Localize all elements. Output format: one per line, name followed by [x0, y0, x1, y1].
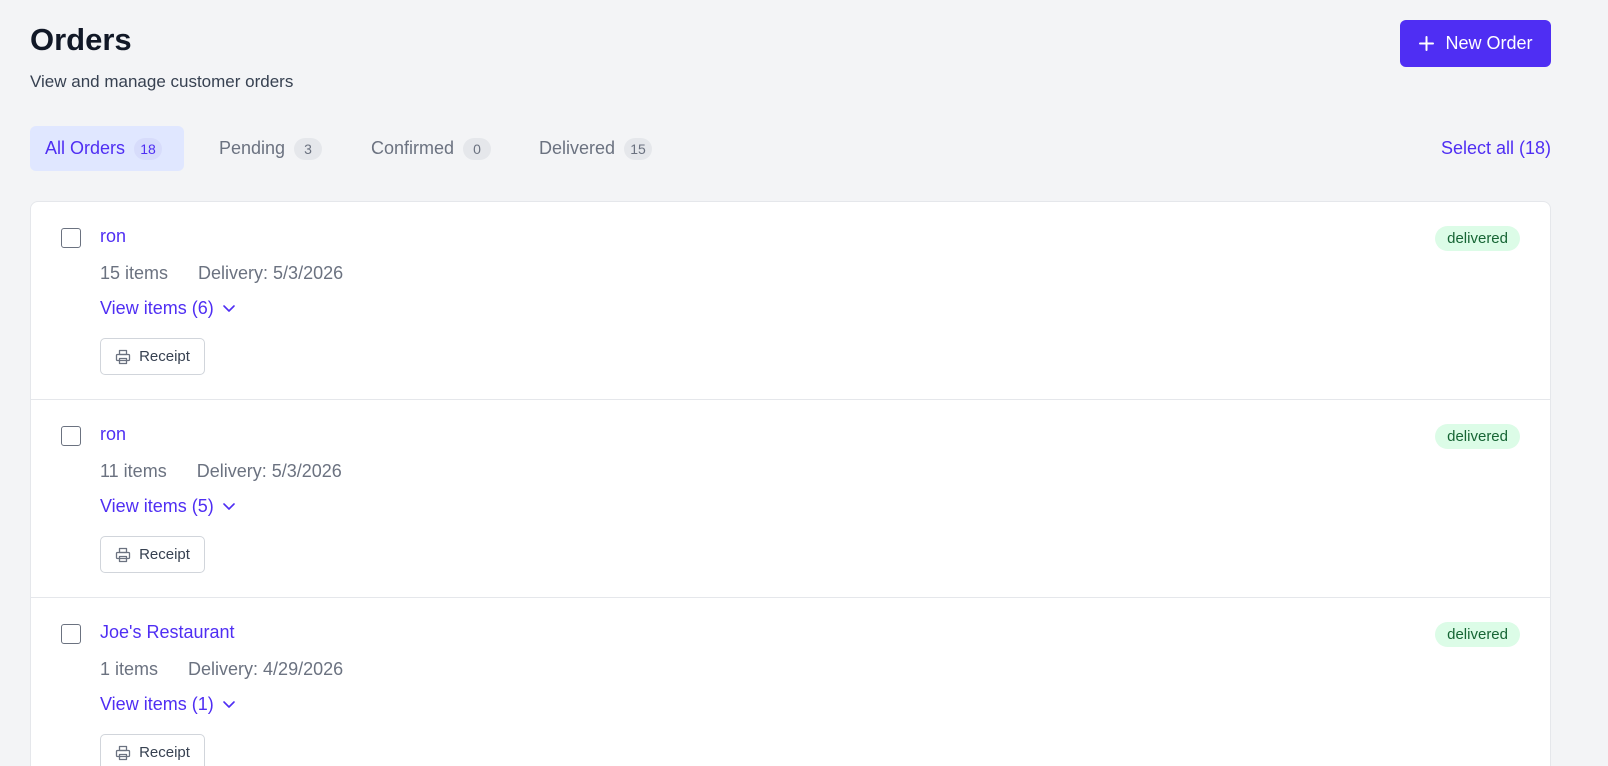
order-item-count: 1 items	[100, 659, 159, 679]
tab-count-badge: 18	[134, 137, 163, 160]
order-checkbox[interactable]	[61, 228, 81, 248]
order-item-count: 11 items	[100, 461, 167, 481]
status-badge: delivered	[1435, 622, 1520, 647]
tab-label: Pending	[219, 138, 286, 158]
order-status-tabs: All Orders 18 Pending 3 Confirmed 0 Deli…	[30, 126, 1551, 171]
tab-delivered[interactable]: Delivered 15	[524, 126, 667, 171]
receipt-button[interactable]: Receipt	[100, 536, 205, 573]
order-delivery-date: Delivery: 5/3/2026	[198, 263, 344, 283]
order-row: Joe's Restaurant 1 items Delivery: 4/29/…	[31, 598, 1550, 766]
view-items-label: View items (1)	[100, 694, 214, 714]
order-meta: 15 items Delivery: 5/3/2026	[100, 261, 343, 285]
view-items-toggle[interactable]: View items (5)	[100, 494, 236, 518]
plus-icon	[1419, 36, 1435, 51]
tab-label: Confirmed	[371, 138, 455, 158]
customer-name-link[interactable]: Joe's Restaurant	[100, 620, 235, 644]
receipt-label: Receipt	[139, 744, 190, 761]
view-items-label: View items (6)	[100, 298, 214, 318]
order-meta: 1 items Delivery: 4/29/2026	[100, 657, 343, 681]
chevron-down-icon	[222, 305, 235, 312]
tab-label: All Orders	[45, 138, 126, 158]
order-row: ron 15 items Delivery: 5/3/2026 View ite…	[31, 202, 1550, 400]
orders-page: Orders View and manage customer orders N…	[0, 0, 1608, 766]
page-subtitle: View and manage customer orders	[30, 72, 294, 91]
new-order-label: New Order	[1445, 33, 1533, 53]
view-items-toggle[interactable]: View items (6)	[100, 296, 236, 320]
printer-icon	[115, 547, 131, 562]
customer-name-link[interactable]: ron	[100, 224, 126, 248]
tab-count-badge: 15	[624, 137, 653, 160]
order-checkbox[interactable]	[61, 426, 81, 446]
select-all-button[interactable]: Select all (18)	[1441, 126, 1551, 171]
tab-pending[interactable]: Pending 3	[204, 126, 337, 171]
view-items-toggle[interactable]: View items (1)	[100, 692, 236, 716]
tab-label: Delivered	[539, 138, 616, 158]
printer-icon	[115, 745, 131, 760]
receipt-label: Receipt	[139, 348, 190, 365]
order-item-count: 15 items	[100, 263, 169, 283]
tab-count-badge: 0	[463, 137, 492, 160]
tab-all-orders[interactable]: All Orders 18	[30, 126, 184, 171]
chevron-down-icon	[222, 503, 235, 510]
new-order-button[interactable]: New Order	[1400, 20, 1551, 67]
page-header: Orders View and manage customer orders N…	[30, 20, 1551, 100]
tab-count-badge: 3	[294, 137, 323, 160]
receipt-button[interactable]: Receipt	[100, 734, 205, 766]
printer-icon	[115, 349, 131, 364]
order-checkbox[interactable]	[61, 624, 81, 644]
customer-name-link[interactable]: ron	[100, 422, 126, 446]
status-badge: delivered	[1435, 424, 1520, 449]
chevron-down-icon	[222, 701, 235, 708]
order-meta: 11 items Delivery: 5/3/2026	[100, 459, 342, 483]
receipt-label: Receipt	[139, 546, 190, 563]
view-items-label: View items (5)	[100, 496, 214, 516]
order-row: ron 11 items Delivery: 5/3/2026 View ite…	[31, 400, 1550, 598]
orders-list: ron 15 items Delivery: 5/3/2026 View ite…	[30, 201, 1551, 766]
tab-confirmed[interactable]: Confirmed 0	[356, 126, 506, 171]
receipt-button[interactable]: Receipt	[100, 338, 205, 375]
page-title: Orders	[30, 22, 132, 57]
status-badge: delivered	[1435, 226, 1520, 251]
order-delivery-date: Delivery: 5/3/2026	[196, 461, 342, 481]
order-delivery-date: Delivery: 4/29/2026	[188, 659, 344, 679]
